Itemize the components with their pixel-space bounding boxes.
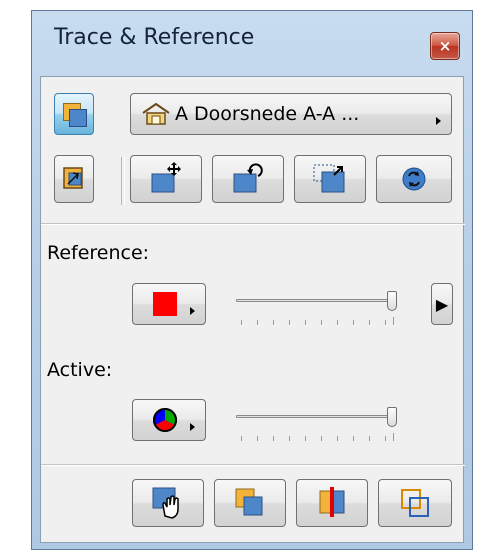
reference-opacity-slider-thumb[interactable] <box>387 291 397 311</box>
reset-reference-icon <box>402 167 426 191</box>
dropdown-arrow-icon <box>190 423 195 431</box>
active-label: Active: <box>47 359 113 381</box>
section-divider <box>41 223 465 225</box>
drag-compare-button[interactable] <box>132 479 204 527</box>
show-reference-on-top-button[interactable] <box>214 479 286 527</box>
color-wheel-icon <box>153 408 177 432</box>
expand-panel-button[interactable]: ▶ <box>431 283 453 325</box>
rotate-reference-button[interactable] <box>212 155 284 203</box>
dropdown-arrow-icon <box>190 307 195 315</box>
reference-color-button[interactable] <box>132 283 206 325</box>
compare-outline-button[interactable] <box>378 479 452 527</box>
compare-outline-icon <box>401 489 429 517</box>
reference-opacity-slider-track <box>236 299 396 302</box>
rotate-reference-icon <box>233 163 263 193</box>
reference-source-label: A Doorsnede A-A ... <box>175 103 360 125</box>
palette-body: A Doorsnede A-A ... Reference: ▶ Active: <box>40 76 465 543</box>
move-reference-button[interactable] <box>130 155 202 203</box>
mirror-reference-button[interactable] <box>294 155 366 203</box>
reference-source-dropdown[interactable]: A Doorsnede A-A ... <box>130 93 452 135</box>
active-color-button[interactable] <box>132 399 206 441</box>
close-icon: × <box>438 37 452 55</box>
reset-reference-button[interactable] <box>376 155 452 203</box>
reference-color-swatch <box>153 292 177 316</box>
move-reference-icon <box>151 162 181 193</box>
compare-split-icon <box>319 487 345 517</box>
toolbar-separator <box>121 157 125 205</box>
expand-arrow-icon: ▶ <box>435 294 449 314</box>
toggle-trace-button[interactable] <box>54 93 94 135</box>
close-button[interactable]: × <box>430 32 460 60</box>
mirror-reference-icon <box>313 164 345 193</box>
compare-split-button[interactable] <box>296 479 368 527</box>
active-opacity-slider-thumb[interactable] <box>387 407 397 427</box>
active-opacity-slider-track <box>236 415 396 418</box>
show-reference-on-top-icon <box>235 488 263 516</box>
trace-toggle-icon <box>59 101 89 127</box>
switch-reference-icon <box>63 167 83 189</box>
switch-reference-button[interactable] <box>54 155 94 203</box>
section-divider <box>41 464 465 466</box>
dropdown-arrow-icon <box>436 117 441 125</box>
building-icon <box>142 102 170 125</box>
reference-label: Reference: <box>47 242 150 264</box>
trace-reference-palette: Trace & Reference × A Doorsnede A-A ... <box>31 10 473 550</box>
palette-title: Trace & Reference <box>54 25 255 50</box>
drag-compare-icon <box>152 487 179 519</box>
